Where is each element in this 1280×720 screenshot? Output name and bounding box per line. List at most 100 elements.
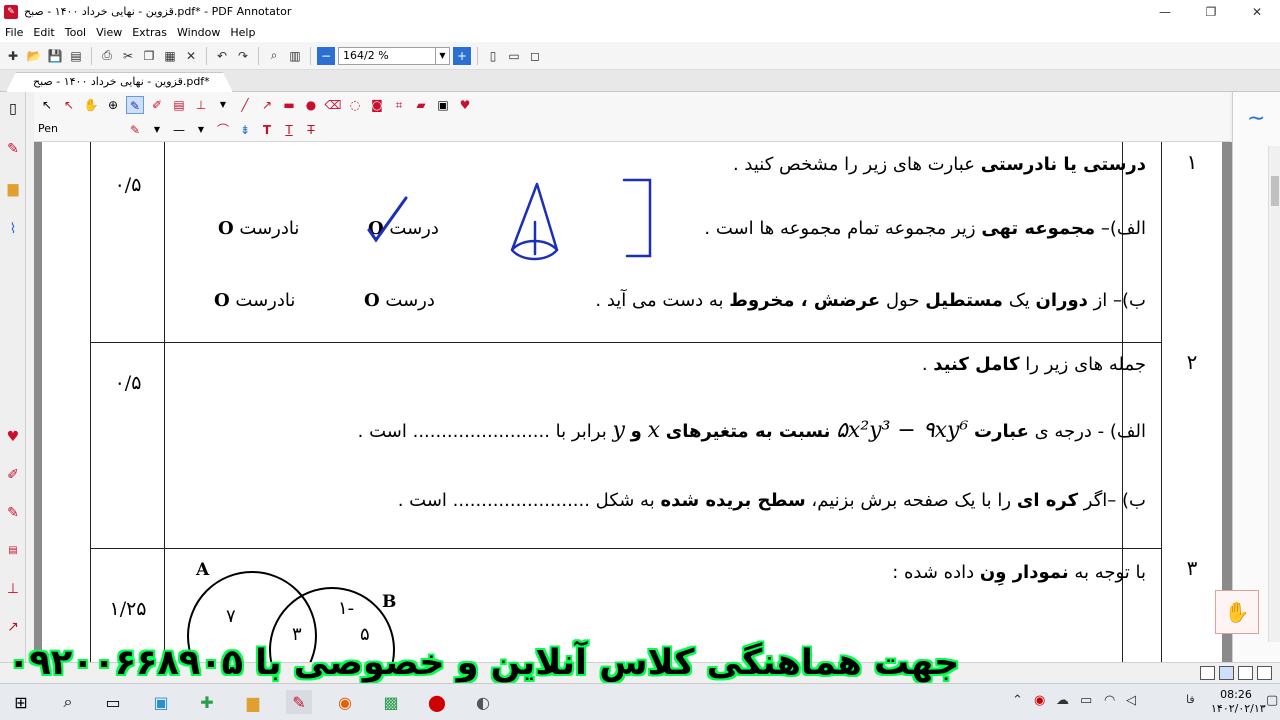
page-setup-icon[interactable]: ▥ [286, 47, 304, 65]
paste-icon[interactable]: ▦ [161, 47, 179, 65]
ink-preview-icon[interactable]: ∼ [1247, 106, 1265, 131]
vertical-scrollbar[interactable] [1268, 146, 1280, 642]
favorites-tool-icon[interactable]: ♥ [456, 96, 474, 114]
notification-icon[interactable]: ▢ [1266, 693, 1278, 708]
highlighter-icon[interactable]: ✐ [4, 466, 22, 484]
cut-icon[interactable]: ✂ [119, 47, 137, 65]
firefox-icon[interactable]: ◉ [332, 690, 358, 714]
menu-edit[interactable]: Edit [28, 26, 59, 39]
file-explorer-icon[interactable]: ▆ [240, 690, 266, 714]
paint-icon[interactable]: ◐ [470, 690, 496, 714]
ellipse-icon[interactable]: ● [302, 96, 320, 114]
menu-help[interactable]: Help [225, 26, 260, 39]
copy-icon[interactable]: ❐ [140, 47, 158, 65]
marker-icon[interactable]: ✎ [4, 504, 22, 522]
line-icon[interactable]: ╱ [236, 96, 254, 114]
redo-icon[interactable]: ↷ [234, 47, 252, 65]
menu-view[interactable]: View [91, 26, 127, 39]
menu-extras[interactable]: Extras [127, 26, 172, 39]
option-true-a[interactable]: درست O [368, 218, 439, 239]
menu-tool[interactable]: Tool [60, 26, 91, 39]
tray-network-icon[interactable]: ◠ [1104, 693, 1115, 708]
zoom-in-icon[interactable]: + [453, 46, 471, 65]
option-true-b[interactable]: درست O [364, 290, 435, 311]
windows-start-icon[interactable]: ⊞ [8, 690, 34, 714]
stamp-icon[interactable]: ⊥ [4, 580, 22, 598]
text-strike-icon[interactable]: T [302, 121, 320, 139]
favorites-icon[interactable]: ♥ [4, 428, 22, 446]
green-app-icon[interactable]: ▩ [378, 690, 404, 714]
calculator-icon[interactable]: ✚ [194, 690, 220, 714]
new-document-icon[interactable]: ✚ [4, 47, 22, 65]
chevron-down-icon[interactable]: ▼ [148, 121, 166, 139]
option-false-a[interactable]: نادرست O [218, 218, 299, 239]
camera-icon[interactable]: ◙ [368, 96, 386, 114]
highlighter-tool-icon[interactable]: ✐ [148, 96, 166, 114]
eraser-icon[interactable]: ⌫ [324, 96, 342, 114]
close-button[interactable]: ✕ [1234, 0, 1280, 23]
continuous-view-icon[interactable] [1219, 666, 1234, 680]
full-screen-icon[interactable]: ◻ [526, 47, 544, 65]
text-box-icon[interactable]: ▤ [170, 96, 188, 114]
text-underline-icon[interactable]: T [280, 121, 298, 139]
pdf-annotator-taskbar-icon[interactable]: ✎ [286, 690, 312, 714]
search-icon[interactable]: ⌕ [55, 690, 81, 714]
fit-page-icon[interactable]: ▯ [484, 47, 502, 65]
option-false-b[interactable]: نادرست O [214, 290, 295, 311]
arrow-tool-icon[interactable]: ↗ [4, 618, 22, 636]
save-icon[interactable]: 💾 [46, 47, 64, 65]
folder-icon[interactable]: ▆ [4, 180, 22, 198]
crop-icon[interactable]: ⌗ [390, 96, 408, 114]
menu-window[interactable]: Window [172, 26, 225, 39]
tray-volume-icon[interactable]: ◁ [1126, 693, 1136, 708]
pressure-icon[interactable]: ⇟ [236, 121, 254, 139]
tray-onedrive-icon[interactable]: ☁ [1056, 693, 1069, 708]
form-icon[interactable]: ▤ [4, 542, 22, 560]
tray-chevron-icon[interactable]: ⌃ [1012, 693, 1023, 708]
zoom-select[interactable]: 164/2 % ▼ [338, 46, 450, 65]
rectangle-icon[interactable]: ▬ [280, 96, 298, 114]
document-tab[interactable]: قزوین - نهایی خرداد ۱۴۰۰ - صبح.pdf* [6, 72, 233, 92]
page-view-icon[interactable]: ▯ [4, 100, 22, 118]
color-picker-icon[interactable]: ✎ [126, 121, 144, 139]
single-page-view-icon[interactable] [1200, 666, 1215, 680]
record-icon[interactable]: ⬤ [424, 690, 450, 714]
maximize-button[interactable]: ❐ [1188, 0, 1234, 23]
ruler-icon[interactable]: ▰ [412, 96, 430, 114]
two-page-view-icon[interactable] [1238, 666, 1253, 680]
undo-icon[interactable]: ↶ [213, 47, 231, 65]
fit-width-icon[interactable]: ▭ [505, 47, 523, 65]
arrow-icon[interactable]: ↗ [258, 96, 276, 114]
taskbar-clock[interactable]: 08:26 ۱۴۰۲/۰۲/۱۳ [1211, 688, 1266, 716]
pen-tool-icon[interactable]: ✎ [4, 140, 22, 158]
chevron-down-icon[interactable]: ▼ [214, 96, 232, 114]
text-bold-icon[interactable]: T [258, 121, 276, 139]
smooth-curve-icon[interactable]: ⌒ [214, 121, 232, 139]
language-indicator[interactable]: فا [1186, 693, 1195, 706]
find-icon[interactable]: ⌕ [265, 47, 283, 65]
hand-icon[interactable]: ✋ [82, 96, 100, 114]
chevron-down-icon[interactable]: ▼ [192, 121, 210, 139]
zoom-tool-icon[interactable]: ⊕ [104, 96, 122, 114]
insert-image-icon[interactable]: ▣ [434, 96, 452, 114]
attach-icon[interactable]: ⌇ [4, 220, 22, 238]
document-view[interactable]: ۱ ۰/۵ درستی یا نادرستی عبارت های زیر را … [34, 142, 1232, 662]
select-icon[interactable]: ↖ [38, 96, 56, 114]
tray-battery-icon[interactable]: ▭ [1080, 693, 1092, 708]
select-text-icon[interactable]: ↖ [60, 96, 78, 114]
print-icon[interactable]: ⎙ [98, 47, 116, 65]
minimize-button[interactable]: — [1142, 0, 1188, 23]
task-view-icon[interactable]: ▭ [100, 690, 126, 714]
hand-cursor-button[interactable]: ✋ [1215, 590, 1259, 634]
pen-icon[interactable]: ✎ [126, 96, 144, 114]
screen-app-icon[interactable]: ▣ [148, 690, 174, 714]
delete-icon[interactable]: ✕ [182, 47, 200, 65]
save-as-icon[interactable]: ▤ [67, 47, 85, 65]
facing-view-icon[interactable] [1257, 666, 1272, 680]
stamp-tool-icon[interactable]: ⊥ [192, 96, 210, 114]
zoom-out-icon[interactable]: − [317, 46, 335, 65]
menu-file[interactable]: File [0, 26, 28, 39]
scrollbar-thumb[interactable] [1271, 176, 1279, 206]
tray-record-icon[interactable]: ◉ [1034, 693, 1045, 708]
line-width-icon[interactable]: — [170, 121, 188, 139]
